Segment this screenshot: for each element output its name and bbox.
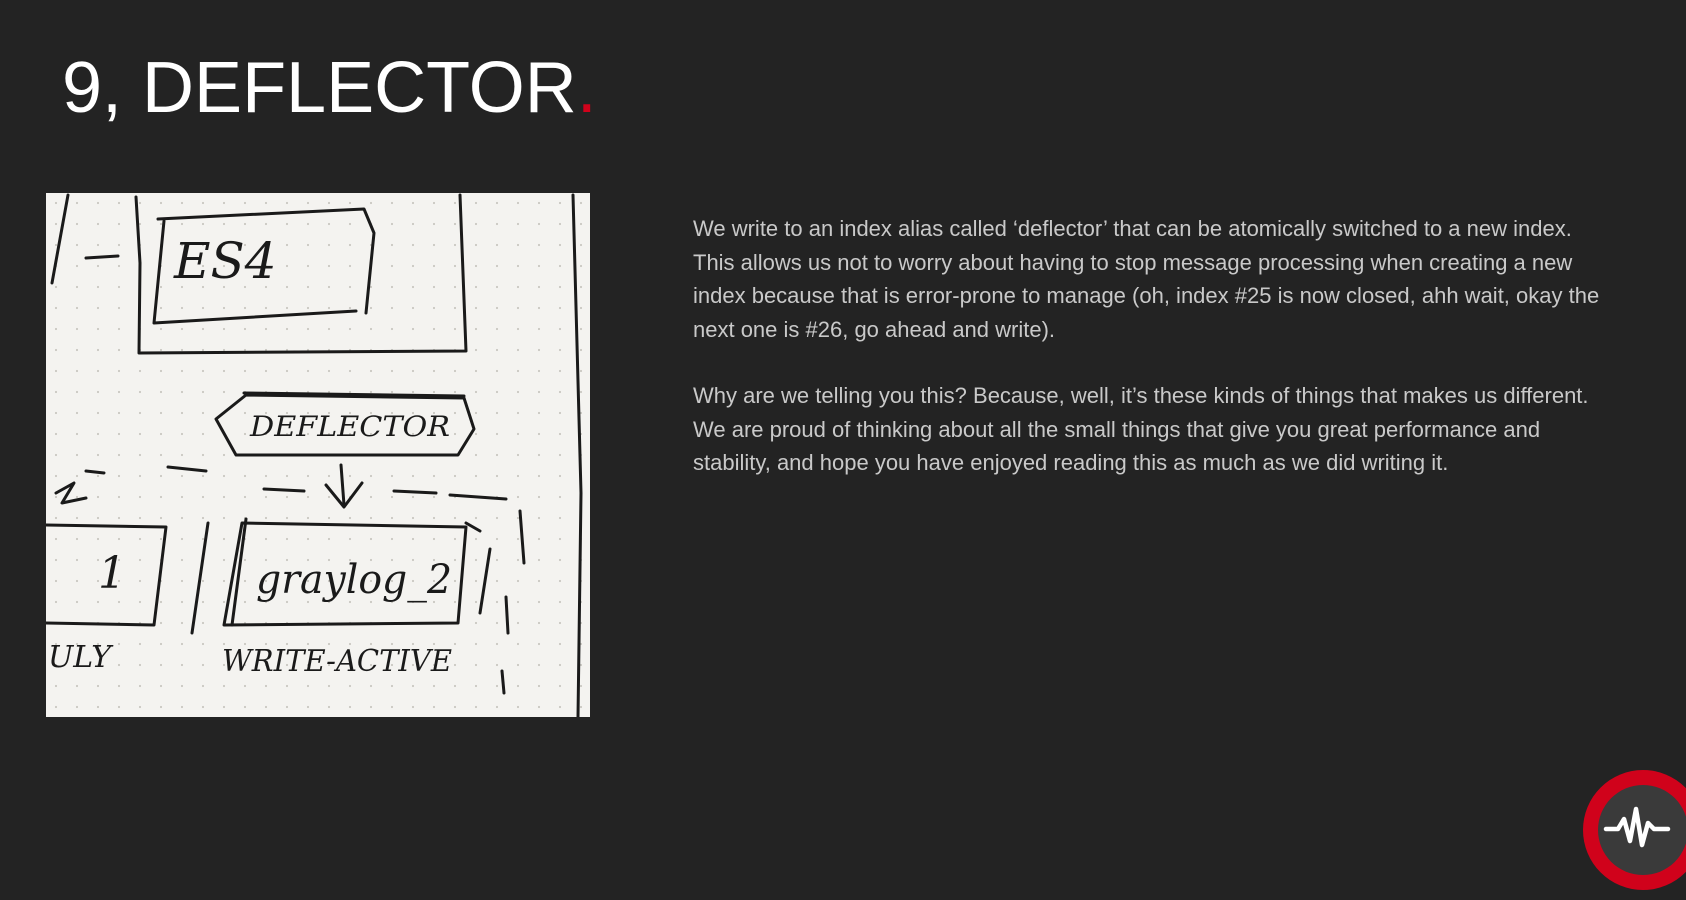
- paragraph-why-telling: Why are we telling you this? Because, we…: [693, 383, 1589, 475]
- slide-title-accent-dot: .: [576, 48, 597, 128]
- sketch-label-status-right: WRITE-ACTIVE: [222, 644, 452, 679]
- sketch-label-index-right: graylog_2: [256, 557, 452, 603]
- sketch-drawing: ES4 DEFLECTOR 1 graylog_2 ULY WRITE-ACTI…: [46, 193, 590, 717]
- graylog-pulse-logo-icon: [1578, 765, 1686, 895]
- slide-body: We write to an index alias called ‘defle…: [693, 212, 1618, 513]
- sketch-label-status-left: ULY: [48, 640, 114, 675]
- slide-title-text: 9, DEFLECTOR: [62, 48, 577, 128]
- sketch-label-deflector: DEFLECTOR: [249, 410, 450, 443]
- sketch-label-es: ES4: [173, 232, 277, 290]
- sketch-label-index-left: 1: [98, 548, 126, 599]
- paragraph-deflector-explanation: We write to an index alias called ‘defle…: [693, 216, 1600, 342]
- deflector-sketch-image: ES4 DEFLECTOR 1 graylog_2 ULY WRITE-ACTI…: [46, 193, 590, 717]
- slide-title: 9, DEFLECTOR.: [62, 40, 597, 136]
